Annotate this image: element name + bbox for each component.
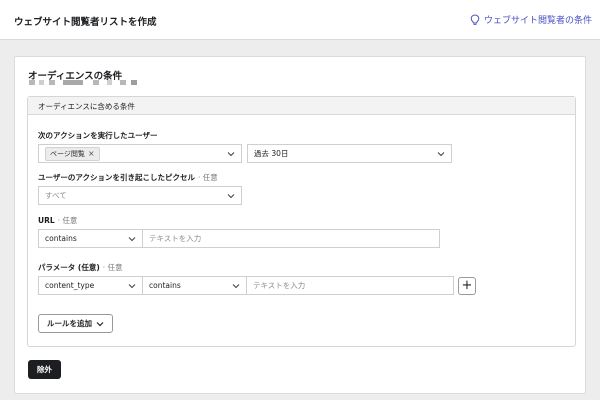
chevron-down-icon: [96, 321, 104, 326]
action-select[interactable]: ページ閲覧 ×: [38, 144, 242, 163]
url-label: URL · 任意: [38, 216, 78, 225]
optional-tag: · 任意: [57, 216, 78, 225]
add-rule-label: ルールを追加: [47, 319, 92, 328]
section-header: オーディエンスに含める条件: [28, 97, 575, 115]
lightbulb-icon: [470, 13, 480, 25]
chip-label: ページ閲覧: [50, 149, 85, 158]
parameter-key-select[interactable]: content_type: [38, 276, 143, 295]
optional-tag: · 任意: [102, 263, 123, 272]
parameter-key-value: content_type: [45, 281, 95, 290]
page-title: ウェブサイト閲覧者リストを作成: [14, 17, 157, 28]
time-range-value: 過去 30日: [254, 149, 289, 158]
url-operator-select[interactable]: contains: [38, 229, 143, 248]
chevron-down-icon: [232, 284, 240, 289]
action-label: 次のアクションを実行したユーザー: [38, 131, 158, 140]
include-conditions-section: オーディエンスに含める条件 次のアクションを実行したユーザー ページ閲覧 × 過…: [27, 96, 576, 347]
audience-conditions-link-label: ウェブサイト閲覧者の条件: [483, 16, 592, 26]
parameter-text-input[interactable]: テキストを入力: [246, 276, 454, 295]
optional-tag: · 任意: [197, 173, 218, 182]
chevron-down-icon: [128, 284, 136, 289]
selected-event-chip: ページ閲覧 ×: [45, 146, 100, 161]
redacted-strip: [29, 80, 35, 85]
section-title: オーディエンスに含める条件: [38, 102, 135, 111]
url-operator-value: contains: [45, 234, 77, 243]
chevron-down-icon: [128, 237, 136, 242]
parameter-operator-select[interactable]: contains: [142, 276, 247, 295]
page-header: ウェブサイト閲覧者リストを作成 ウェブサイト閲覧者の条件: [0, 0, 600, 40]
parameter-label: パラメータ (任意) · 任意: [38, 263, 123, 272]
chevron-down-icon: [227, 194, 235, 199]
url-text-input[interactable]: テキストを入力: [142, 229, 440, 248]
time-range-select[interactable]: 過去 30日: [247, 144, 452, 163]
pixel-value: すべて: [45, 191, 67, 200]
add-rule-button[interactable]: ルールを追加: [38, 314, 113, 333]
add-parameter-button[interactable]: +: [458, 277, 476, 295]
parameter-placeholder: テキストを入力: [253, 281, 306, 290]
chevron-down-icon: [437, 152, 445, 157]
parameter-operator-value: contains: [149, 281, 181, 290]
audience-conditions-link[interactable]: ウェブサイト閲覧者の条件: [470, 13, 592, 26]
chevron-down-icon: [227, 152, 235, 157]
close-icon[interactable]: ×: [88, 149, 95, 158]
audience-conditions-card: オーディエンスの条件 オーディエンスに含める条件 次のアクションを実行したユーザ…: [14, 56, 586, 394]
pixel-label: ユーザーのアクションを引き起こしたピクセル · 任意: [38, 173, 218, 182]
exclude-button[interactable]: 除外: [28, 360, 61, 379]
plus-icon: +: [461, 278, 473, 293]
url-placeholder: テキストを入力: [149, 234, 202, 243]
pixel-select[interactable]: すべて: [38, 186, 242, 205]
